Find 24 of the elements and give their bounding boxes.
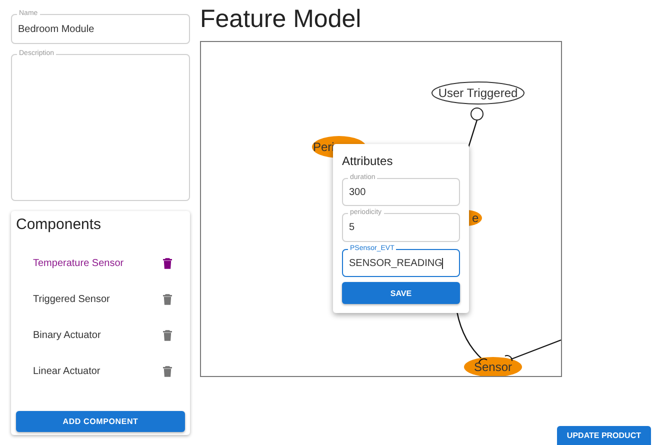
feature-node[interactable]: User Triggered (432, 82, 524, 104)
component-item[interactable]: Temperature Sensor (33, 258, 124, 268)
component-item[interactable]: Binary Actuator (33, 330, 101, 340)
update-product-button[interactable]: UPDATE PRODUCT (556, 426, 651, 445)
field-value: SENSOR_READING (348, 258, 442, 269)
field-value: 300 (348, 186, 366, 198)
connector-arc (504, 355, 513, 362)
component-item[interactable]: Triggered Sensor (33, 294, 110, 304)
connector-line (456, 312, 484, 360)
trash-icon[interactable] (163, 294, 172, 304)
trash-icon[interactable] (163, 330, 172, 340)
page-title: Feature Model (200, 4, 362, 35)
feature-node[interactable]: Sensor (464, 357, 522, 376)
connector-circle (470, 108, 484, 120)
components-title: Components (16, 217, 102, 233)
trash-icon[interactable] (163, 366, 172, 376)
trash-icon[interactable] (163, 258, 172, 268)
field-value: 5 (348, 222, 355, 234)
connector-line (508, 339, 561, 361)
save-button[interactable]: SAVE (342, 282, 460, 304)
add-component-button[interactable]: ADD COMPONENT (16, 411, 185, 432)
component-item[interactable]: Linear Actuator (33, 366, 100, 376)
connector-arc (478, 358, 488, 364)
field-value: Bedroom Module (17, 24, 96, 34)
